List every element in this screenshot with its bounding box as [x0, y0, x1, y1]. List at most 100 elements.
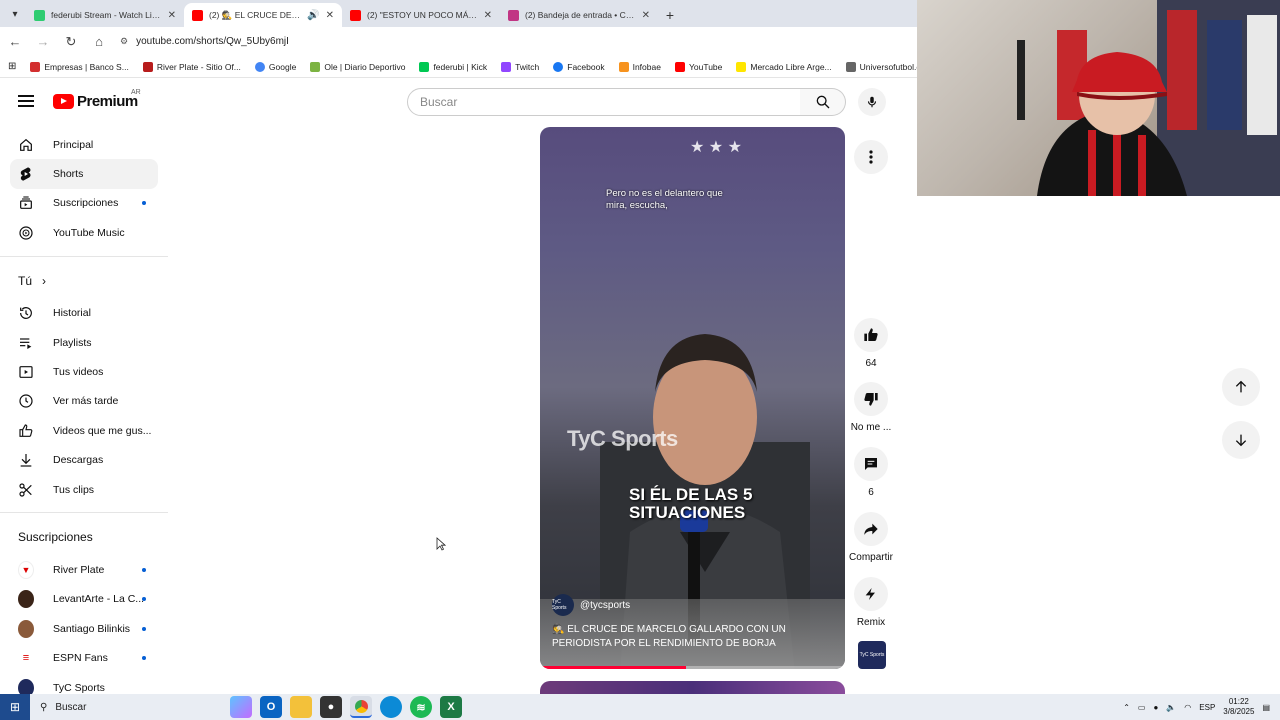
- volume-icon[interactable]: 🔈: [1166, 703, 1176, 712]
- clock[interactable]: 01:22 3/8/2025: [1223, 697, 1254, 717]
- more-vert-icon: [869, 150, 873, 164]
- mic-icon: [867, 96, 877, 108]
- back-icon[interactable]: ←: [8, 34, 22, 49]
- subscriptions-icon: [18, 195, 34, 211]
- short-title[interactable]: 🕵 EL CRUCE DE MARCELO GALLARDO CON UN PE…: [552, 623, 837, 651]
- bookmark-favicon-icon: [736, 61, 747, 72]
- next-short-button[interactable]: [1222, 421, 1260, 459]
- apps-grid-icon[interactable]: ⊞: [8, 61, 16, 72]
- file-explorer-icon[interactable]: [290, 696, 312, 718]
- sidebar-item-youtube-music[interactable]: YouTube Music: [10, 218, 158, 247]
- tab-search-chevron-icon[interactable]: ▾: [4, 3, 26, 25]
- home-icon[interactable]: ⌂: [92, 34, 106, 49]
- you-section-title[interactable]: Tú ›: [0, 263, 168, 299]
- close-tab-icon[interactable]: ✕: [484, 10, 492, 21]
- menu-icon[interactable]: [18, 95, 34, 110]
- close-tab-icon[interactable]: ✕: [642, 10, 650, 21]
- forward-icon[interactable]: →: [36, 34, 50, 49]
- subscription-river-plate[interactable]: ▼ River Plate: [10, 555, 158, 584]
- reload-icon[interactable]: ↻: [64, 34, 78, 50]
- sidebar-item-liked-videos[interactable]: Videos que me gus...: [10, 416, 158, 445]
- more-options-button[interactable]: [854, 140, 888, 174]
- search-button[interactable]: [800, 88, 846, 116]
- youtube-premium-logo[interactable]: Premium AR: [53, 89, 141, 110]
- progress-bar[interactable]: [540, 666, 845, 669]
- bookmark-item[interactable]: River Plate - Sitio Of...: [142, 61, 241, 72]
- site-info-icon[interactable]: ⚙: [120, 36, 128, 47]
- remix-action: Remix: [845, 577, 897, 628]
- previous-short-button[interactable]: [1222, 368, 1260, 406]
- sidebar-item-suscripciones[interactable]: Suscripciones: [10, 189, 158, 218]
- subscription-levantarte[interactable]: LevantArte - La C...: [10, 585, 158, 614]
- bookmark-label: River Plate - Sitio Of...: [156, 61, 241, 72]
- close-tab-icon[interactable]: ✕: [326, 10, 334, 21]
- thumb-up-icon: [864, 328, 878, 341]
- edge-icon[interactable]: [380, 696, 402, 718]
- bookmark-item[interactable]: Infobae: [618, 61, 661, 72]
- dislike-button[interactable]: [854, 382, 888, 416]
- close-tab-icon[interactable]: ✕: [168, 10, 176, 21]
- comment-icon: [865, 458, 877, 470]
- short-video-player[interactable]: ★ ★ ★ Pero no es el delantero que mira, …: [540, 127, 845, 669]
- spotify-icon[interactable]: ≋: [410, 696, 432, 718]
- channel-handle[interactable]: @tycsports: [580, 600, 630, 611]
- obs-icon[interactable]: ●: [320, 696, 342, 718]
- remix-button[interactable]: [854, 577, 888, 611]
- short-channel[interactable]: TyC Sports @tycsports: [552, 594, 630, 616]
- notifications-icon[interactable]: ▤: [1262, 703, 1270, 712]
- bookmark-item[interactable]: Universofutbol.com...: [845, 61, 917, 72]
- bookmark-item[interactable]: federubi | Kick: [419, 61, 487, 72]
- subscription-santiago-bilinkis[interactable]: Santiago Bilinkis: [10, 614, 158, 643]
- bookmark-item[interactable]: Ole | Diario Deportivo: [310, 61, 405, 72]
- subscription-espn-fans[interactable]: ≡ ESPN Fans: [10, 643, 158, 672]
- language-indicator[interactable]: ESP: [1199, 703, 1215, 712]
- bookmark-item[interactable]: Twitch: [501, 61, 539, 72]
- sidebar-item-ver-mas-tarde[interactable]: Ver más tarde: [10, 387, 158, 416]
- sidebar-item-principal[interactable]: Principal: [10, 130, 158, 159]
- sidebar-item-label: Principal: [53, 138, 94, 151]
- tab-federubi[interactable]: federubi Stream - Watch Live o ✕: [26, 3, 184, 27]
- excel-icon[interactable]: X: [440, 696, 462, 718]
- windows-start-button[interactable]: ⊞: [0, 694, 30, 720]
- tab-youtube-active[interactable]: (2) 🕵 EL CRUCE DE MARCELO 🔊 ✕: [184, 3, 342, 27]
- outlook-icon[interactable]: O: [260, 696, 282, 718]
- sidebar-item-historial[interactable]: Historial: [10, 299, 158, 328]
- overlay-line: SI ÉL DE LAS 5: [629, 485, 753, 504]
- mic-tray-icon[interactable]: ●: [1153, 703, 1158, 712]
- sidebar-item-descargas[interactable]: Descargas: [10, 446, 158, 475]
- search-input[interactable]: Buscar: [407, 88, 801, 116]
- copilot-icon[interactable]: [230, 696, 252, 718]
- like-button[interactable]: [854, 318, 888, 352]
- sidebar-item-tus-clips[interactable]: Tus clips: [10, 475, 158, 504]
- network-icon[interactable]: ▭: [1138, 703, 1146, 712]
- taskbar-search[interactable]: ⚲ Buscar: [30, 694, 170, 720]
- comment-button[interactable]: [854, 447, 888, 481]
- tab-youtube-2[interactable]: (2) "ESTOY UN POCO MÁS PAC ✕: [342, 3, 500, 27]
- speaker-icon[interactable]: 🔊: [307, 10, 319, 21]
- url-field[interactable]: ⚙ youtube.com/shorts/Qw_5Uby6mjI: [120, 31, 909, 53]
- bookmark-item[interactable]: Empresas | Banco S...: [30, 61, 129, 72]
- sidebar-item-label: Historial: [53, 307, 91, 320]
- tab-instagram[interactable]: (2) Bandeja de entrada • Chats ✕: [500, 3, 658, 27]
- clock-date: 3/8/2025: [1223, 707, 1255, 716]
- channel-avatar[interactable]: TyC Sports: [552, 594, 574, 616]
- watch-later-icon: [18, 393, 34, 409]
- sidebar-item-shorts[interactable]: Shorts: [10, 159, 158, 189]
- next-short-preview[interactable]: [540, 681, 845, 695]
- bookmark-item[interactable]: Mercado Libre Arge...: [736, 61, 832, 72]
- bookmark-item[interactable]: Google: [254, 61, 296, 72]
- share-button[interactable]: [854, 512, 888, 546]
- bookmark-label: Infobae: [632, 61, 661, 72]
- new-tab-icon[interactable]: +: [658, 3, 682, 27]
- wifi-icon[interactable]: ◠: [1184, 703, 1191, 712]
- chevron-up-icon[interactable]: ⌃: [1123, 703, 1130, 712]
- bookmark-favicon-icon: [30, 61, 41, 72]
- chrome-icon[interactable]: [350, 696, 372, 718]
- bookmark-item[interactable]: YouTube: [674, 61, 722, 72]
- bookmark-item[interactable]: Facebook: [553, 61, 605, 72]
- voice-search-button[interactable]: [858, 88, 886, 116]
- sidebar-item-tus-videos[interactable]: Tus videos: [10, 357, 158, 386]
- sidebar-item-playlists[interactable]: Playlists: [10, 328, 158, 357]
- channel-thumbnail[interactable]: TyC Sports: [858, 641, 886, 669]
- dislike-label: No me ...: [850, 422, 892, 433]
